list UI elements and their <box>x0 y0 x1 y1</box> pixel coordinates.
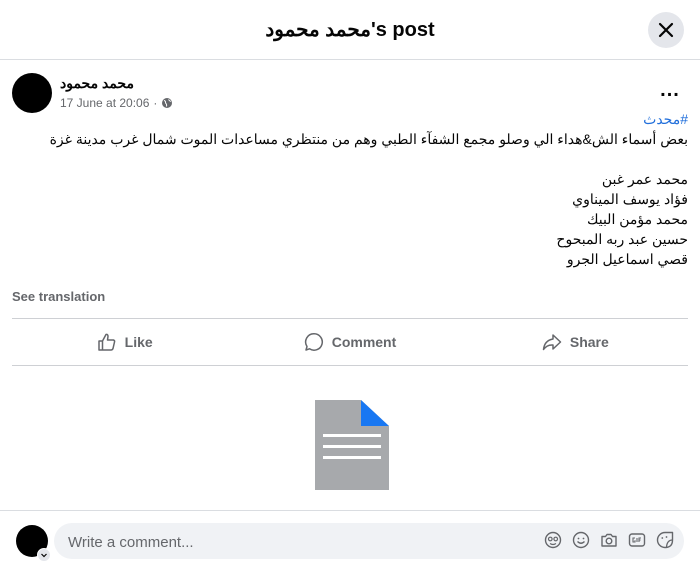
post-line: بعض أسماء الش&هداء الي وصلو مجمع الشفآء … <box>49 131 688 147</box>
avatar-dropdown-icon[interactable] <box>37 548 51 562</box>
author-avatar[interactable] <box>12 73 52 113</box>
like-button[interactable]: Like <box>12 319 237 365</box>
post-text: #محدث بعض أسماء الش&هداء الي وصلو مجمع ا… <box>12 109 688 269</box>
post-timestamp[interactable]: 17 June at 20:06 <box>60 96 149 110</box>
post-meta: 17 June at 20:06 · <box>60 96 173 110</box>
post-line: محمد مؤمن البيك <box>586 211 688 227</box>
sticker-icon[interactable] <box>656 531 674 549</box>
comment-icon <box>304 333 323 351</box>
comment-label: Comment <box>331 334 397 350</box>
comment-composer <box>0 510 700 577</box>
post-options-button[interactable]: ... <box>652 78 688 102</box>
divider <box>12 365 688 366</box>
thumbs-up-icon <box>97 333 116 351</box>
camera-icon[interactable] <box>600 531 618 549</box>
post-line: قصي اسماعيل الجرو <box>566 251 688 267</box>
post-line: فؤاد يوسف الميناوي <box>572 191 688 207</box>
post-actions: Like Comment Share <box>12 319 688 365</box>
post-line <box>12 149 688 169</box>
share-label: Share <box>569 334 609 350</box>
meta-separator: · <box>153 96 158 110</box>
globe-icon[interactable] <box>161 97 173 109</box>
post-line: محمد عمر غبن <box>601 171 688 187</box>
composer-icons <box>544 531 674 549</box>
comment-button[interactable]: Comment <box>237 319 462 365</box>
share-button[interactable]: Share <box>463 319 688 365</box>
avatar-sticker-icon[interactable] <box>544 531 562 549</box>
comment-box <box>54 523 684 561</box>
close-button[interactable] <box>648 12 684 48</box>
post-line: حسين عبد ربه المبحوح <box>556 231 688 247</box>
close-icon <box>658 22 674 38</box>
like-label: Like <box>124 334 153 350</box>
emoji-icon[interactable] <box>572 531 590 549</box>
gif-icon[interactable] <box>628 531 646 549</box>
document-icon <box>315 400 389 490</box>
share-icon <box>542 334 562 351</box>
hashtag-link[interactable]: #محدث <box>643 111 688 127</box>
comment-input[interactable] <box>66 523 510 561</box>
document-attachment[interactable] <box>315 400 389 490</box>
author-name[interactable]: محمد محمود <box>60 75 134 92</box>
see-translation-link[interactable]: See translation <box>12 289 105 304</box>
dialog-header: محمد محمود's post <box>0 0 700 60</box>
dialog-title: محمد محمود's post <box>265 19 435 41</box>
